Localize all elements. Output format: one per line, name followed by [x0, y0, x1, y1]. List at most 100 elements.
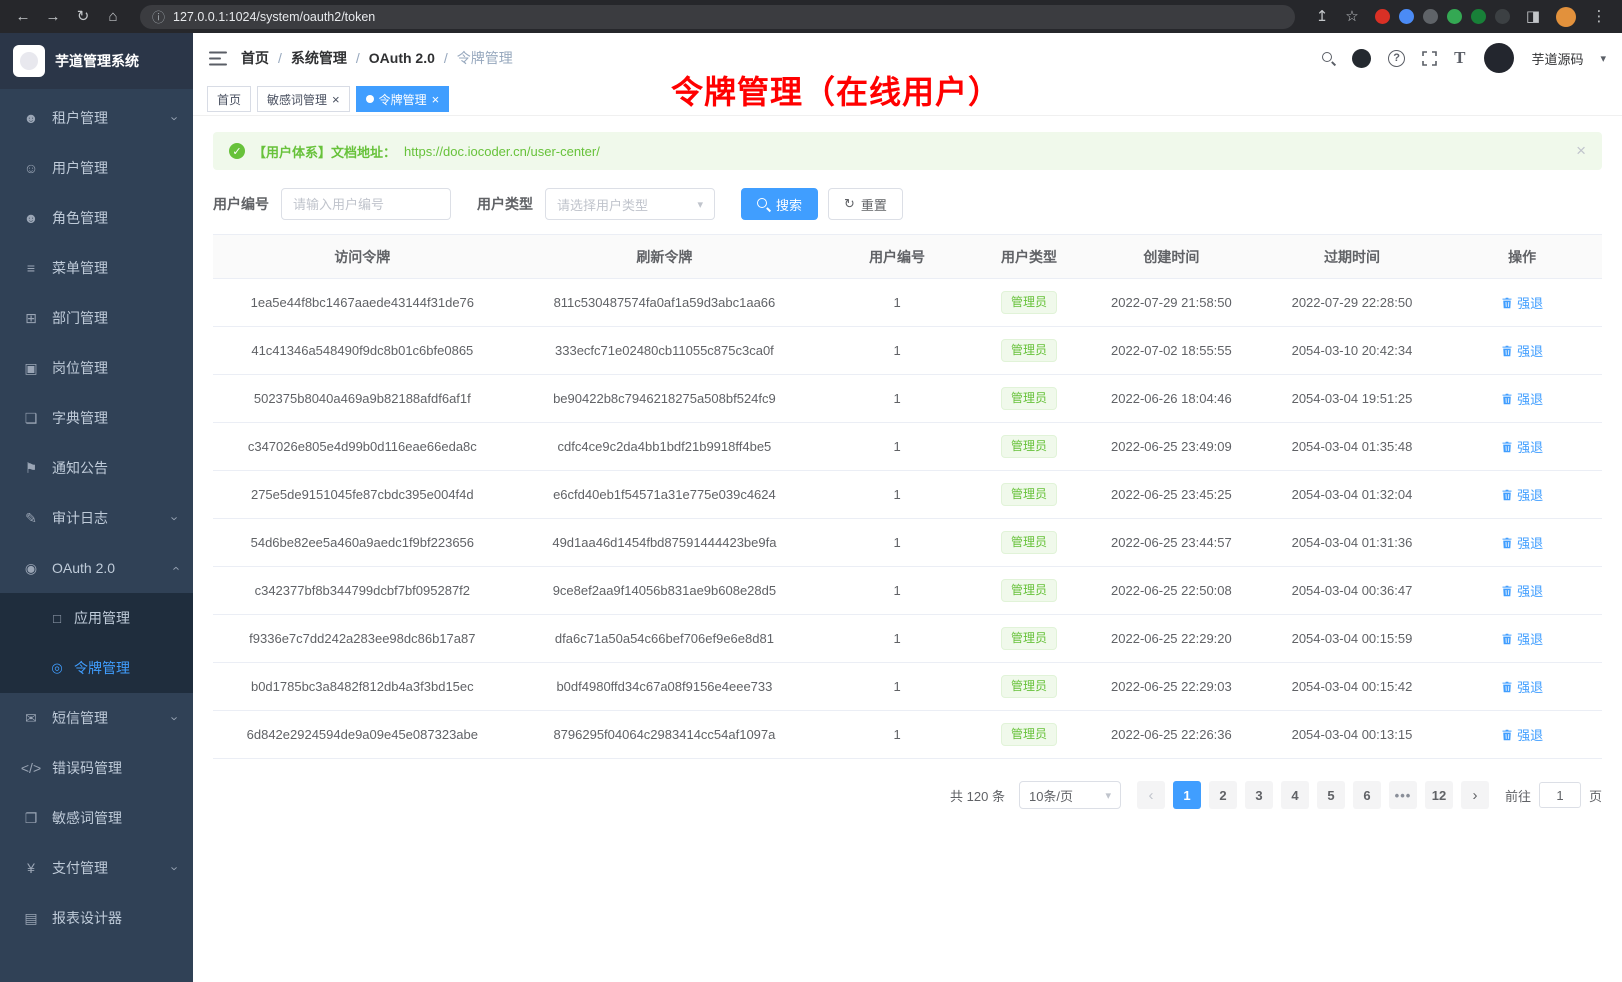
force-logout-button[interactable]: 强退 — [1501, 437, 1543, 456]
sidebar-item-oauth2[interactable]: ◉OAuth 2.0› — [0, 543, 193, 593]
sidebar-item-dept[interactable]: ⊞部门管理 — [0, 293, 193, 343]
action-cell: 强退 — [1442, 519, 1602, 567]
next-page-button[interactable]: › — [1461, 781, 1489, 809]
chevron-down-icon: ▾ — [697, 198, 703, 211]
column-header: 操作 — [1442, 235, 1602, 279]
page-button[interactable]: 12 — [1425, 781, 1453, 809]
reset-button[interactable]: ↻ 重置 — [828, 188, 903, 220]
access-token-cell: c342377bf8b344799dcbf7bf095287f2 — [213, 567, 512, 615]
sidebar-item-payment[interactable]: ¥支付管理› — [0, 843, 193, 893]
tab-close-icon[interactable]: × — [332, 93, 340, 106]
browser-profile-avatar[interactable] — [1556, 7, 1576, 27]
collapse-sidebar-icon[interactable] — [209, 51, 227, 66]
help-icon[interactable]: ? — [1388, 50, 1405, 67]
force-logout-button[interactable]: 强退 — [1501, 581, 1543, 600]
breadcrumb-item[interactable]: 首页 — [241, 48, 269, 68]
app-logo-row[interactable]: 芋道管理系统 — [0, 33, 193, 89]
sidebar-item-role[interactable]: ☻角色管理 — [0, 193, 193, 243]
tab-label: 敏感词管理 — [267, 91, 327, 108]
share-icon[interactable]: ↥ — [1309, 4, 1335, 30]
user-avatar[interactable] — [1484, 43, 1514, 73]
page-size-select[interactable]: 10条/页 ▾ — [1019, 781, 1121, 809]
home-icon[interactable]: ⌂ — [100, 4, 126, 30]
force-logout-button[interactable]: 强退 — [1501, 725, 1543, 744]
tab-item[interactable]: 令牌管理× — [356, 86, 450, 112]
force-logout-button[interactable]: 强退 — [1501, 533, 1543, 552]
alert-close-icon[interactable]: × — [1576, 141, 1586, 161]
sidebar-item-oauth2-app[interactable]: □应用管理 — [0, 593, 193, 643]
table-row: 1ea5e44f8bc1467aaede43144f31de76811c5304… — [213, 279, 1602, 327]
force-logout-label: 强退 — [1517, 293, 1543, 312]
extension-green-icon[interactable] — [1447, 9, 1462, 24]
search-icon[interactable] — [1322, 52, 1335, 65]
address-bar[interactable]: ⓘ 127.0.0.1:1024/system/oauth2/token — [140, 5, 1295, 29]
force-logout-button[interactable]: 强退 — [1501, 389, 1543, 408]
extension-dark-icon[interactable] — [1423, 9, 1438, 24]
column-header: 用户类型 — [977, 235, 1081, 279]
user-id-input[interactable] — [281, 188, 451, 220]
sidebar-item-user[interactable]: ☺用户管理 — [0, 143, 193, 193]
sidebar-item-notice[interactable]: ⚑通知公告 — [0, 443, 193, 493]
sidebar-item-error-code[interactable]: </>错误码管理 — [0, 743, 193, 793]
extension-gray-icon[interactable] — [1495, 9, 1510, 24]
page-button[interactable]: 5 — [1317, 781, 1345, 809]
sidebar-item-sensitive-word[interactable]: ❐敏感词管理 — [0, 793, 193, 843]
page-button[interactable]: 2 — [1209, 781, 1237, 809]
site-info-icon[interactable]: ⓘ — [152, 7, 165, 26]
pagination-ellipsis[interactable]: ••• — [1389, 781, 1417, 809]
split-view-icon[interactable]: ◨ — [1520, 4, 1546, 30]
force-logout-button[interactable]: 强退 — [1501, 677, 1543, 696]
page-button[interactable]: 4 — [1281, 781, 1309, 809]
tab-item[interactable]: 首页 — [207, 86, 251, 112]
github-icon[interactable] — [1352, 49, 1371, 68]
page-button[interactable]: 6 — [1353, 781, 1381, 809]
page-button[interactable]: 1 — [1173, 781, 1201, 809]
tab-close-icon[interactable]: × — [432, 93, 440, 106]
sidebar-item-dict[interactable]: ❏字典管理 — [0, 393, 193, 443]
force-logout-button[interactable]: 强退 — [1501, 485, 1543, 504]
sidebar-item-tenant[interactable]: ☻租户管理› — [0, 93, 193, 143]
user-id-cell: 1 — [817, 567, 977, 615]
reload-icon[interactable]: ↻ — [70, 4, 96, 30]
access-token-cell: 6d842e2924594de9a09e45e087323abe — [213, 711, 512, 759]
force-logout-button[interactable]: 强退 — [1501, 293, 1543, 312]
tab-item[interactable]: 敏感词管理 × — [257, 86, 350, 112]
sidebar-item-audit-log[interactable]: ✎审计日志› — [0, 493, 193, 543]
fullscreen-icon[interactable] — [1422, 51, 1437, 66]
breadcrumb-item[interactable]: OAuth 2.0 — [369, 50, 435, 66]
font-size-icon[interactable]: T — [1454, 48, 1465, 68]
sidebar-item-label: 审计日志 — [52, 508, 108, 528]
chevron-down-icon[interactable]: ▾ — [1600, 52, 1606, 65]
table-row: b0d1785bc3a8482f812db4a3f3bd15ecb0df4980… — [213, 663, 1602, 711]
user-type-badge: 管理员 — [1001, 723, 1057, 746]
force-logout-button[interactable]: 强退 — [1501, 341, 1543, 360]
force-logout-button[interactable]: 强退 — [1501, 629, 1543, 648]
username[interactable]: 芋道源码 — [1531, 49, 1583, 68]
extension-blue-icon[interactable] — [1399, 9, 1414, 24]
extension-puzzle-icon[interactable] — [1471, 9, 1486, 24]
extension-red-icon[interactable] — [1375, 9, 1390, 24]
sidebar-item-oauth2-token[interactable]: ◎令牌管理 — [0, 643, 193, 693]
sidebar-item-post[interactable]: ▣岗位管理 — [0, 343, 193, 393]
sidebar-item-report[interactable]: ▤报表设计器 — [0, 893, 193, 943]
prev-page-button[interactable]: ‹ — [1137, 781, 1165, 809]
bookmark-star-icon[interactable]: ☆ — [1339, 4, 1365, 30]
breadcrumb-separator: / — [278, 50, 282, 66]
search-button[interactable]: 搜索 — [741, 188, 818, 220]
user-type-select[interactable]: 请选择用户类型 ▾ — [545, 188, 715, 220]
page-button[interactable]: 3 — [1245, 781, 1273, 809]
trash-icon — [1501, 633, 1513, 645]
refresh-token-cell: be90422b8c7946218275a508bf524fc9 — [512, 375, 818, 423]
action-cell: 强退 — [1442, 375, 1602, 423]
breadcrumb-item[interactable]: 系统管理 — [291, 48, 347, 68]
browser-menu-icon[interactable]: ⋮ — [1586, 4, 1612, 30]
sidebar-item-menu[interactable]: ≡菜单管理 — [0, 243, 193, 293]
forward-icon[interactable]: → — [40, 4, 66, 30]
trash-icon — [1501, 585, 1513, 597]
goto-page-input[interactable] — [1539, 782, 1581, 808]
trash-icon — [1501, 393, 1513, 405]
chevron-down-icon: › — [167, 866, 182, 870]
back-icon[interactable]: ← — [10, 4, 36, 30]
sidebar-item-sms[interactable]: ✉短信管理› — [0, 693, 193, 743]
doc-link[interactable]: https://doc.iocoder.cn/user-center/ — [404, 144, 600, 159]
